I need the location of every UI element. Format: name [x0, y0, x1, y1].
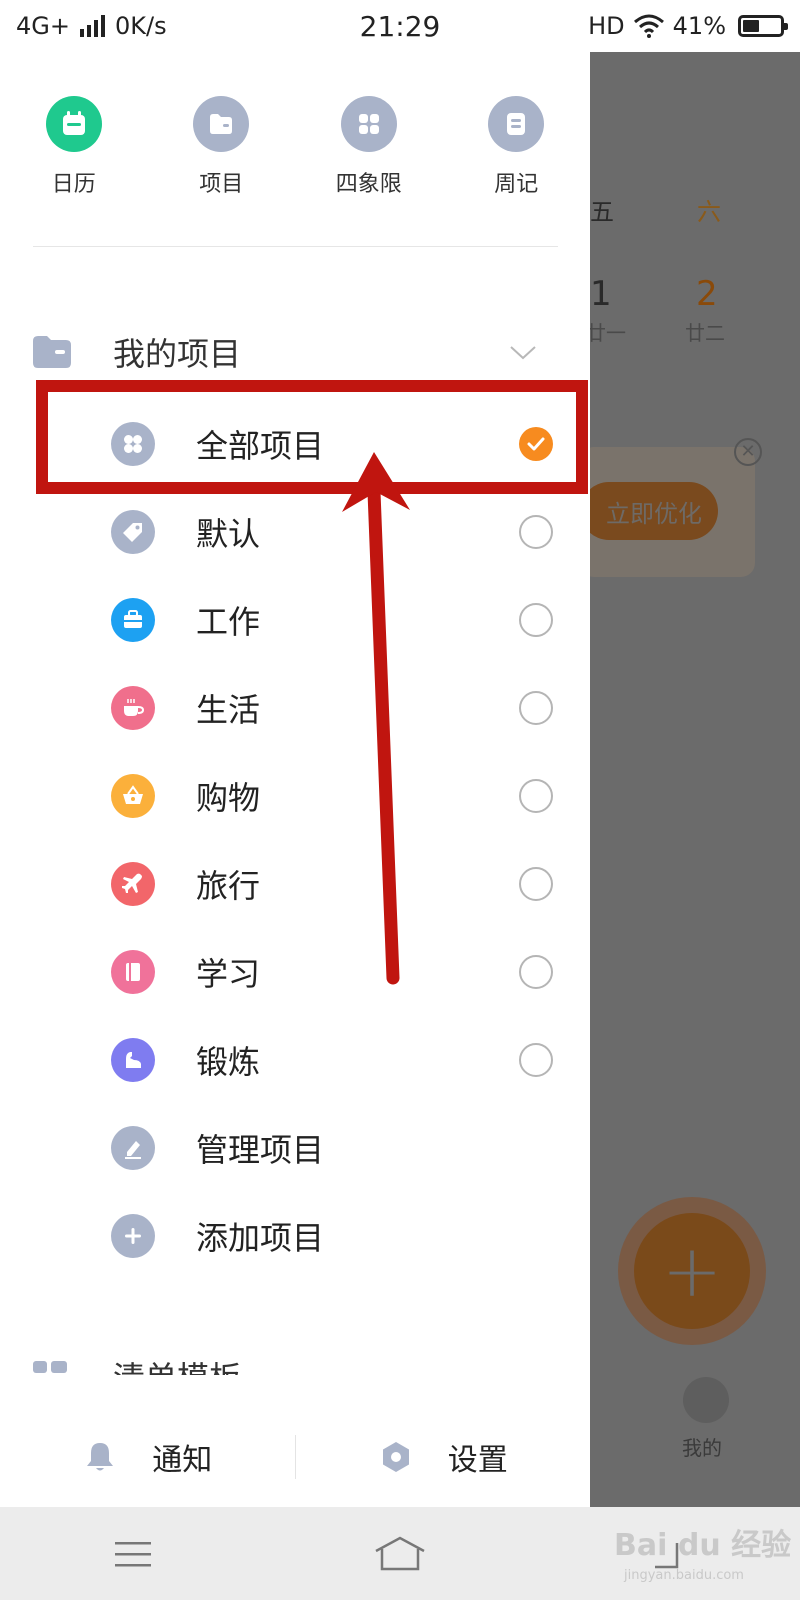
weekday-label: 五: [590, 198, 614, 226]
clock: 21:29: [359, 9, 441, 43]
my-projects-header[interactable]: 我的项目: [33, 327, 558, 377]
close-icon[interactable]: ✕: [734, 438, 762, 466]
tag-icon: [111, 510, 155, 554]
calendar-day: 1: [590, 274, 612, 314]
coffee-icon: [111, 686, 155, 730]
settings-label: 设置: [447, 1443, 508, 1478]
project-item-work[interactable]: 工作: [0, 576, 590, 664]
project-label: 购物: [196, 779, 261, 817]
note-icon: [488, 96, 545, 152]
home-icon[interactable]: [370, 1524, 430, 1584]
divider: [33, 246, 558, 247]
project-item-study[interactable]: 学习: [0, 928, 590, 1016]
project-label: 旅行: [196, 867, 261, 905]
profile-icon[interactable]: [683, 1377, 729, 1423]
basket-icon: [111, 774, 155, 818]
radio-button[interactable]: [519, 867, 553, 901]
radio-button[interactable]: [519, 955, 553, 989]
radio-button[interactable]: [519, 779, 553, 813]
watermark-url: jingyan.baidu.com: [624, 1568, 744, 1583]
signal-icon: [79, 15, 105, 37]
battery-percent: 41%: [672, 12, 726, 40]
optimize-button[interactable]: 立即优化: [590, 482, 718, 540]
tab-me-label: 我的: [682, 1436, 722, 1460]
gear-icon: [382, 1442, 409, 1472]
calendar-icon: [45, 96, 102, 152]
grid-icon: [340, 96, 397, 152]
project-label: 锻炼: [196, 1043, 261, 1081]
quick-nav-label: 日历: [51, 172, 96, 197]
plane-icon: [111, 862, 155, 906]
quick-nav-label: 周记: [494, 172, 539, 197]
project-label: 学习: [196, 955, 261, 993]
quick-nav-label: 四象限: [335, 172, 402, 197]
drawer-bottom-bar: 通知 设置: [0, 1407, 590, 1507]
templates-label: 清单模板: [113, 1353, 241, 1375]
bell-icon: [87, 1443, 114, 1471]
quick-nav-weekly[interactable]: 周记: [443, 96, 591, 198]
project-item-travel[interactable]: 旅行: [0, 840, 590, 928]
radio-button[interactable]: [519, 603, 553, 637]
status-bar: 4G+ 0K/s 21:29 HD 41%: [0, 0, 800, 52]
chevron-down-icon[interactable]: [508, 337, 538, 367]
settings-button[interactable]: 设置: [296, 1435, 591, 1479]
project-item-shopping[interactable]: 购物: [0, 752, 590, 840]
project-item-exercise[interactable]: 锻炼: [0, 1016, 590, 1104]
section-title: 我的项目: [113, 335, 242, 373]
folder-icon: [193, 96, 250, 152]
battery-icon: [738, 15, 788, 37]
templates-item[interactable]: 清单模板: [33, 1335, 533, 1375]
quick-nav-quadrants[interactable]: 四象限: [295, 96, 443, 198]
background-app[interactable]: 五 六 1 2 廿一 廿二 立即优化 ✕ + 我的: [590, 52, 800, 1507]
plus-icon: [111, 1214, 155, 1258]
lunar-date: 廿一: [590, 321, 626, 345]
weekday-label: 六: [697, 198, 721, 226]
project-label: 生活: [196, 691, 261, 729]
lunar-date: 廿二: [685, 321, 725, 345]
project-list: 全部项目 默认 工作 生活 购物 旅行 学习 锻炼 管理项目 添加项目: [0, 400, 590, 1280]
network-type: 4G+: [16, 12, 70, 40]
menu-icon[interactable]: [103, 1524, 163, 1584]
add-task-button[interactable]: +: [634, 1213, 750, 1329]
book-icon: [111, 950, 155, 994]
wifi-icon: [633, 14, 664, 38]
folder-icon: [33, 336, 71, 368]
project-item-life[interactable]: 生活: [0, 664, 590, 752]
add-project-item[interactable]: 添加项目: [0, 1192, 590, 1280]
quick-nav-calendar[interactable]: 日历: [0, 96, 148, 198]
add-project-label: 添加项目: [196, 1219, 325, 1257]
radio-button[interactable]: [519, 691, 553, 725]
project-label: 默认: [196, 515, 261, 553]
manage-projects-item[interactable]: 管理项目: [0, 1104, 590, 1192]
calendar-day: 2: [696, 274, 718, 314]
notifications-label: 通知: [152, 1443, 213, 1478]
side-drawer: 日历 项目 四象限 周记 我的项目 全部项目 默认 工作 生活 购物 旅行 学习…: [0, 52, 590, 1507]
quick-nav-projects[interactable]: 项目: [148, 96, 296, 198]
watermark-logo: Bai du 经验: [614, 1528, 792, 1563]
project-label: 工作: [196, 603, 261, 641]
quick-nav-label: 项目: [199, 172, 244, 197]
radio-button[interactable]: [519, 1043, 553, 1077]
network-speed: 0K/s: [114, 12, 167, 40]
highlight-box: [36, 380, 588, 494]
radio-button[interactable]: [519, 515, 553, 549]
briefcase-icon: [111, 598, 155, 642]
manage-projects-label: 管理项目: [196, 1131, 325, 1169]
edit-icon: [111, 1126, 155, 1170]
notifications-button[interactable]: 通知: [0, 1435, 295, 1479]
muscle-icon: [111, 1038, 155, 1082]
template-icon: [33, 1361, 67, 1373]
hd-indicator: HD: [588, 12, 625, 40]
quick-nav: 日历 项目 四象限 周记: [0, 96, 590, 198]
project-item-default[interactable]: 默认: [0, 488, 590, 576]
